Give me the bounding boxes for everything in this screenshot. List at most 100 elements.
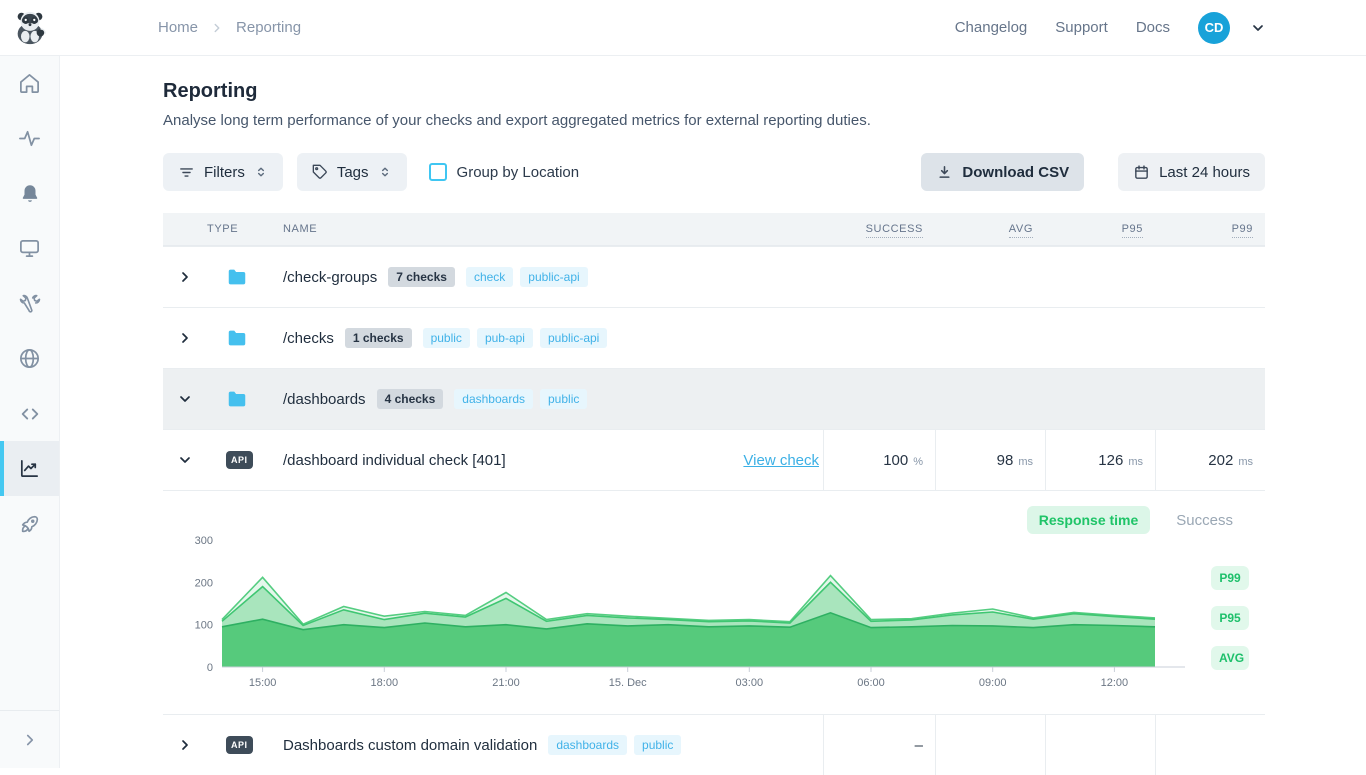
p95-value: 126 [1098,452,1123,469]
sort-arrows-icon [254,165,268,179]
download-csv-button[interactable]: Download CSV [921,153,1084,191]
tag-chip[interactable]: dashboards [548,735,627,755]
success-unit: % [913,453,923,468]
tag-chip[interactable]: public [423,328,470,348]
check-count-badge: 1 checks [345,328,412,348]
check-count-badge: 7 checks [388,267,455,287]
support-link[interactable]: Support [1055,19,1108,36]
column-header-p99[interactable]: P99 [1232,223,1253,238]
sidebar-item-dashboards[interactable] [0,221,59,276]
sidebar-item-alerts[interactable] [0,166,59,221]
main-content: Reporting Analyse long term performance … [60,56,1366,775]
chevron-right-icon [21,731,39,749]
tags-button-label: Tags [337,164,369,181]
legend-avg[interactable]: AVG [1211,646,1249,670]
group-by-location-control[interactable]: Group by Location [429,163,580,181]
check-chart-panel: Response time Success 010020030015:0018:… [163,490,1265,714]
y-tick-label: 0 [207,662,213,674]
topnav: Changelog Support Docs CD [955,12,1366,44]
x-tick-label: 15:00 [249,677,277,689]
topbar: Home Reporting Changelog Support Docs CD [0,0,1366,56]
download-csv-label: Download CSV [962,164,1069,181]
calendar-icon [1133,164,1150,181]
group-row-checks[interactable]: /checks 1 checks public pub-api public-a… [163,307,1265,368]
collapse-chevron-down-icon[interactable] [175,389,195,409]
tag-chip[interactable]: public [540,389,587,409]
p99-unit: ms [1238,453,1253,468]
tag-chip[interactable]: check [466,267,513,287]
x-tick-label: 03:00 [736,677,764,689]
collapse-chevron-down-icon[interactable] [175,450,195,470]
group-name: /dashboards [283,391,366,408]
folder-icon [226,388,248,410]
monitor-icon [18,237,41,260]
wrench-icon [19,293,41,315]
x-tick-label: 06:00 [857,677,885,689]
reporting-table: TYPE NAME SUCCESS AVG P95 P99 /check-gro… [163,213,1265,775]
expand-chevron-right-icon[interactable] [175,735,195,755]
tag-chip[interactable]: pub-api [477,328,533,348]
user-avatar[interactable]: CD [1198,12,1230,44]
column-header-p95[interactable]: P95 [1122,223,1143,238]
group-row-dashboards[interactable]: /dashboards 4 checks dashboards public [163,368,1265,429]
date-range-button[interactable]: Last 24 hours [1118,153,1265,191]
tag-chip[interactable]: dashboards [454,389,533,409]
code-icon [19,403,41,425]
group-name: /check-groups [283,269,377,286]
chart-legend: P99 P95 AVG [1211,566,1249,670]
breadcrumb-home-link[interactable]: Home [158,19,198,36]
filters-button[interactable]: Filters [163,153,283,191]
changelog-link[interactable]: Changelog [955,19,1028,36]
check-row-custom-domain[interactable]: API Dashboards custom domain validation … [163,714,1265,775]
api-type-badge: API [226,736,253,754]
x-tick-label: 18:00 [371,677,399,689]
p99-value: 202 [1208,452,1233,469]
sidebar-item-reporting[interactable] [0,441,59,496]
docs-link[interactable]: Docs [1136,19,1170,36]
breadcrumb-chevron-icon [210,21,224,35]
tag-chip[interactable]: public [634,735,681,755]
legend-p95[interactable]: P95 [1211,606,1249,630]
app-logo[interactable] [0,9,60,47]
account-menu-chevron-icon[interactable] [1250,20,1266,36]
raccoon-logo-icon [11,9,49,47]
check-row-dashboard-individual[interactable]: API /dashboard individual check [401] Vi… [163,429,1265,490]
p95-unit: ms [1128,453,1143,468]
group-by-location-label: Group by Location [457,164,580,181]
rocket-icon [19,513,41,535]
tag-chip[interactable]: public-api [520,267,587,287]
response-time-chart: 010020030015:0018:0021:0015. Dec03:0006:… [190,532,1186,690]
column-header-name: NAME [279,223,823,235]
breadcrumb: Home Reporting [158,19,301,36]
page-subtitle: Analyse long term performance of your ch… [163,112,1366,129]
page-title: Reporting [163,80,1366,103]
download-icon [936,164,953,181]
sidebar-item-snippets[interactable] [0,386,59,441]
tags-button[interactable]: Tags [297,153,407,191]
tag-chip[interactable]: public-api [540,328,607,348]
sidebar-item-home[interactable] [0,56,59,111]
folder-icon [226,327,248,349]
filter-lines-icon [178,164,195,181]
legend-p99[interactable]: P99 [1211,566,1249,590]
group-row-check-groups[interactable]: /check-groups 7 checks check public-api [163,246,1265,307]
view-check-link[interactable]: View check [743,452,819,469]
avg-unit: ms [1018,453,1033,468]
expand-chevron-right-icon[interactable] [175,267,195,287]
sidebar-item-activity[interactable] [0,111,59,166]
success-toggle[interactable]: Success [1176,512,1233,529]
sidebar-item-runtimes[interactable] [0,496,59,551]
bell-icon [19,183,41,205]
check-name: Dashboards custom domain validation [283,737,537,754]
date-range-label: Last 24 hours [1159,164,1250,181]
sidebar-item-maintenance[interactable] [0,276,59,331]
sidebar-collapse-button[interactable] [0,710,59,768]
expand-chevron-right-icon[interactable] [175,328,195,348]
column-header-avg[interactable]: AVG [1009,223,1033,238]
sidebar-item-private-locations[interactable] [0,331,59,386]
column-header-success[interactable]: SUCCESS [866,223,923,238]
x-tick-label: 15. Dec [609,677,647,689]
group-by-location-checkbox[interactable] [429,163,447,181]
filters-button-label: Filters [204,164,245,181]
response-time-toggle[interactable]: Response time [1027,506,1151,534]
